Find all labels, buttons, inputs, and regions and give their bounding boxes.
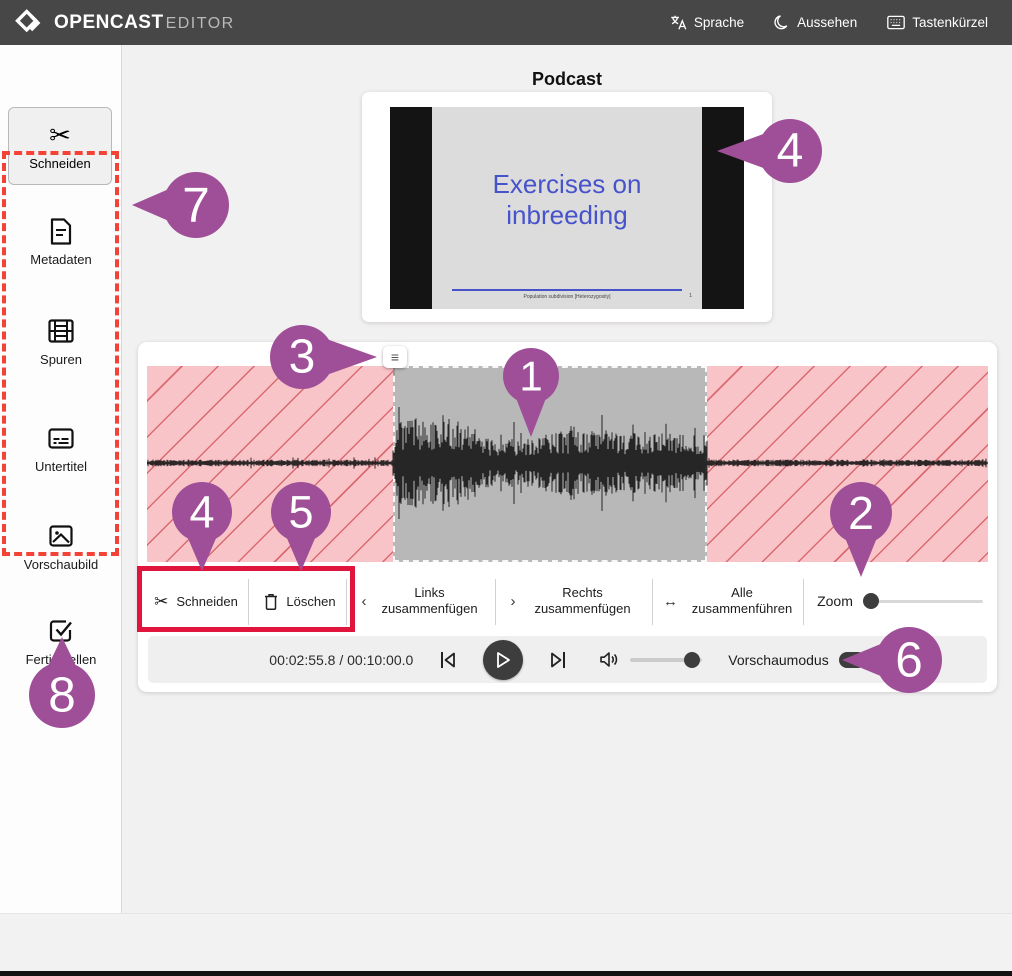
arrow-both-icon: ↔ — [663, 593, 678, 610]
timeline-card: ≡ ✂ Schneiden Löschen ‹ Links zusammenfü… — [138, 342, 997, 692]
sidebar-item-schneiden[interactable]: ✂ Schneiden — [8, 107, 112, 185]
appearance-label: Aussehen — [797, 15, 857, 30]
skip-forward-button[interactable] — [549, 650, 567, 670]
toolbar-divider — [248, 579, 249, 625]
opencast-logo-icon — [14, 8, 44, 38]
slide-page-number: 1 — [689, 293, 692, 299]
delete-button[interactable]: Löschen — [254, 572, 346, 630]
timeline-segment-deleted-left[interactable] — [147, 366, 393, 562]
zoom-slider-track[interactable] — [863, 600, 983, 603]
svg-text:4: 4 — [777, 125, 804, 178]
merge-left-button[interactable]: ‹ Links zusammenfügen — [352, 572, 494, 630]
video-preview-card: Exercises on inbreeding Population subdi… — [362, 92, 772, 322]
toolbar-divider — [346, 579, 347, 625]
translate-icon — [670, 14, 687, 31]
toolbar-divider — [803, 579, 804, 625]
appearance-button[interactable]: Aussehen — [774, 15, 857, 31]
brand-suffix: EDITOR — [166, 15, 235, 32]
toggle-knob — [852, 654, 864, 666]
timeline-segment-active[interactable] — [393, 366, 707, 562]
sidebar-item-label: Fertigstellen — [26, 652, 97, 667]
footer-band — [0, 913, 1012, 973]
opencast-logo: OPENCASTEDITOR — [0, 8, 235, 38]
sidebar-item-label: Vorschaubild — [24, 557, 98, 572]
time-display: 00:02:55.8 / 00:10:00.0 — [269, 652, 413, 668]
skip-back-button[interactable] — [439, 650, 457, 670]
filmstrip-icon — [48, 317, 74, 345]
volume-button[interactable] — [599, 651, 618, 668]
volume-slider-knob[interactable] — [684, 652, 700, 668]
shortcuts-button[interactable]: Tastenkürzel — [887, 15, 988, 30]
sidebar-item-label: Spuren — [40, 352, 82, 367]
keyboard-icon — [887, 15, 905, 30]
skip-back-icon — [439, 650, 457, 670]
chevron-left-icon: ‹ — [362, 593, 367, 610]
sidebar-item-label: Metadaten — [30, 252, 91, 267]
merge-all-button[interactable]: ↔ Alle zusammenführen — [658, 572, 803, 630]
drag-handle-icon: ≡ — [391, 349, 399, 365]
sidebar-item-untertitel[interactable]: Untertitel — [0, 424, 122, 474]
header-nav: Sprache Aussehen Tastenkürzel — [670, 14, 1012, 31]
sidebar-item-spuren[interactable]: Spuren — [0, 317, 122, 367]
zoom-label: Zoom — [817, 593, 853, 609]
skip-forward-icon — [549, 650, 567, 670]
zoom-control: Zoom — [810, 572, 990, 630]
video-preview[interactable]: Exercises on inbreeding Population subdi… — [390, 107, 744, 309]
scissors-icon: ✂ — [49, 122, 71, 148]
sidebar: ✂ Schneiden Metadaten Spuren Untertit — [0, 45, 122, 913]
pillarbox-right — [702, 107, 744, 309]
shortcuts-label: Tastenkürzel — [912, 15, 988, 30]
timeline-track — [147, 366, 988, 562]
chevron-right-icon: › — [511, 593, 516, 610]
app-header: OPENCASTEDITOR Sprache Aussehen Tastenkü… — [0, 0, 1012, 45]
preview-mode-label: Vorschaumodus — [728, 652, 828, 668]
language-label: Sprache — [694, 15, 744, 30]
svg-text:7: 7 — [182, 178, 210, 233]
volume-icon — [599, 651, 618, 668]
trash-icon — [264, 593, 278, 610]
image-icon — [49, 522, 73, 550]
brand-title: OPENCAST — [54, 12, 164, 33]
sidebar-item-vorschaubild[interactable]: Vorschaubild — [0, 522, 122, 572]
play-button[interactable] — [483, 640, 523, 680]
timeline-segment-deleted-right[interactable] — [707, 366, 988, 562]
toolbar-divider — [652, 579, 653, 625]
document-icon — [49, 217, 73, 245]
sidebar-item-metadaten[interactable]: Metadaten — [0, 217, 122, 267]
sidebar-item-label: Untertitel — [35, 459, 87, 474]
pillarbox-left — [390, 107, 432, 309]
slide-caption: Population subdivision [Heterozygosity] — [432, 294, 702, 300]
subtitles-icon — [48, 424, 74, 452]
moon-icon — [774, 15, 790, 31]
sidebar-item-fertigstellen[interactable]: Fertigstellen — [0, 617, 122, 667]
slide-rule — [452, 289, 682, 291]
play-icon — [494, 650, 512, 670]
page-title: Podcast — [122, 69, 1012, 90]
toolbar-divider — [495, 579, 496, 625]
annotation-callout-7: 7 — [132, 172, 229, 238]
preview-mode-toggle[interactable] — [839, 652, 866, 668]
checkbox-icon — [49, 617, 73, 645]
sidebar-item-label: Schneiden — [29, 156, 90, 171]
window-edge — [0, 971, 1012, 976]
zoom-slider-knob[interactable] — [863, 593, 879, 609]
merge-right-button[interactable]: › Rechts zusammenfügen — [501, 572, 651, 630]
player-bar: 00:02:55.8 / 00:10:00.0 — [148, 636, 987, 683]
language-button[interactable]: Sprache — [670, 14, 744, 31]
cut-button[interactable]: ✂ Schneiden — [146, 572, 246, 630]
scrubber-handle[interactable]: ≡ — [383, 346, 407, 368]
slide-title: Exercises on inbreeding — [432, 169, 702, 230]
volume-slider[interactable] — [630, 651, 702, 669]
scissors-icon: ✂ — [154, 593, 168, 610]
zoom-slider[interactable] — [863, 592, 983, 610]
